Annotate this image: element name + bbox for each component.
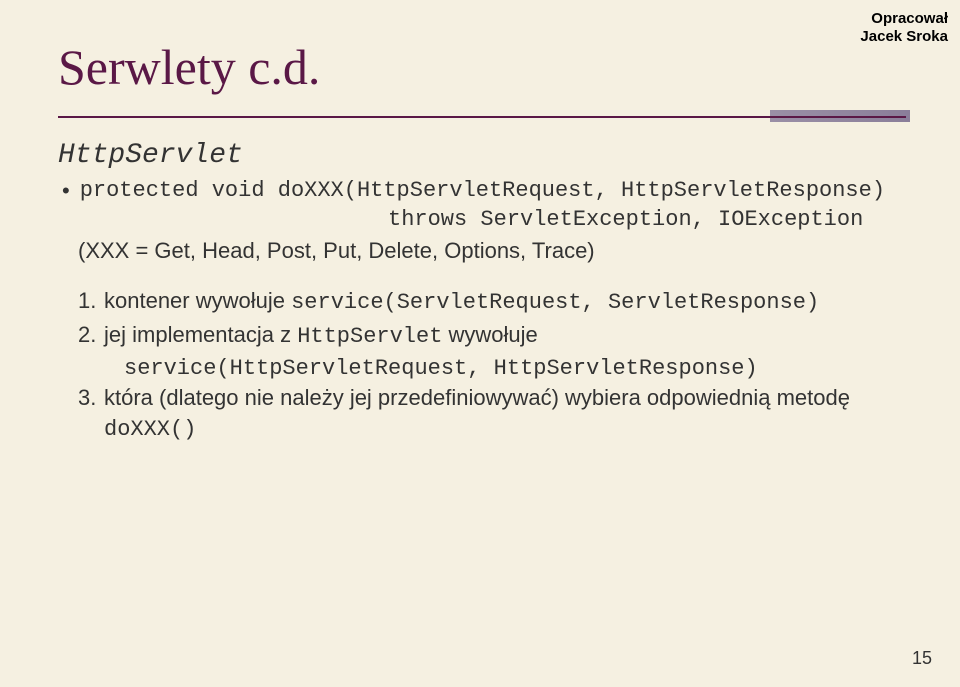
author-note: Opracował Jacek Sroka [860,10,948,46]
item-text: jej implementacja z [104,322,297,347]
item-number: 3. [78,383,104,413]
item-code: doXXX() [104,417,196,442]
list-item: 1. kontener wywołuje service(ServletRequ… [78,286,910,318]
author-line2: Jacek Sroka [860,28,948,46]
title-divider [58,116,906,118]
throws-clause: throws ServletException, IOException [388,206,910,235]
item-continuation: service(HttpServletRequest, HttpServletR… [124,354,910,384]
method-signature: protected void doXXX(HttpServletRequest,… [80,177,885,206]
page-number: 15 [912,648,932,669]
list-item: 2. jej implementacja z HttpServlet wywoł… [78,320,910,352]
item-text: która (dlatego nie należy jej przedefini… [104,385,850,410]
bullet-icon: • [62,177,70,205]
item-text: kontener wywołuje [104,288,291,313]
list-item: 3. która (dlatego nie należy jej przedef… [78,383,910,444]
page-title: Serwlety c.d. [58,38,320,96]
author-line1: Opracował [860,10,948,28]
item-code-inline: HttpServlet [297,324,442,349]
numbered-list: 1. kontener wywołuje service(ServletRequ… [78,286,910,444]
item-text-post: wywołuje [442,322,537,347]
item-number: 1. [78,286,104,316]
content-body: HttpServlet • protected void doXXX(HttpS… [58,140,910,447]
class-name: HttpServlet [58,140,910,171]
item-code: service(ServletRequest, ServletResponse) [291,290,819,315]
method-signature-line: • protected void doXXX(HttpServletReques… [58,177,910,206]
xxx-note: (XXX = Get, Head, Post, Put, Delete, Opt… [78,238,910,264]
item-number: 2. [78,320,104,350]
